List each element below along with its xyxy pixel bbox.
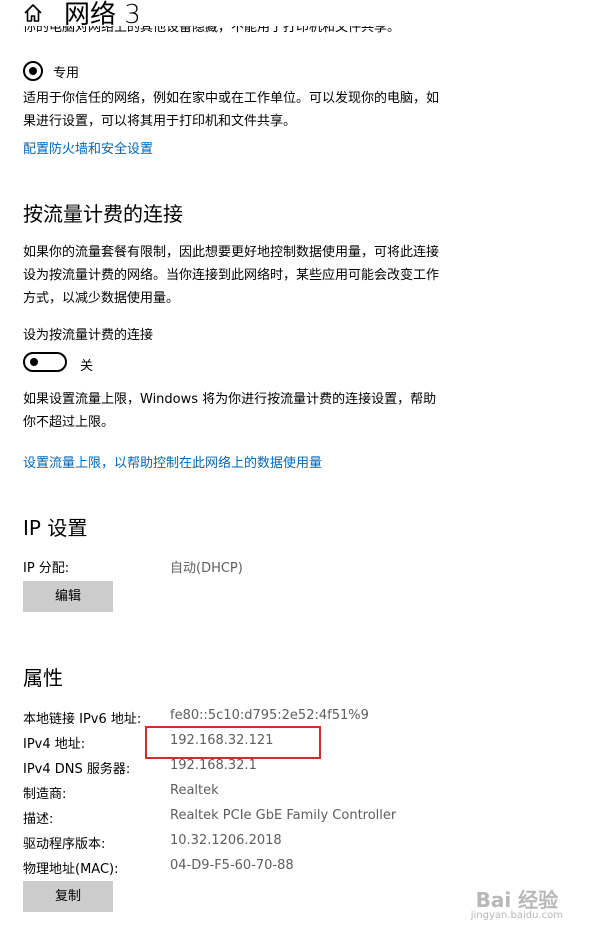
metered-description-line: 设为按流量计费的网络。当你连接到此网络时，某些应用可能会改变工作 (23, 268, 440, 283)
private-description-line: 果进行设置，可以将其用于打印机和文件共享。 (23, 114, 297, 129)
metered-description-line: 方式，以减少数据使用量。 (23, 291, 180, 306)
copy-button[interactable]: 复制 (23, 881, 113, 912)
property-value: 10.32.1206.2018 (170, 833, 282, 848)
property-label: 本地链接 IPv6 地址: (23, 712, 142, 727)
ip-assignment-label: IP 分配: (23, 561, 70, 576)
metered-toggle[interactable] (23, 352, 67, 372)
page-title: 网络 3 (64, 0, 141, 28)
metered-toggle-label: 设为按流量计费的连接 (23, 328, 154, 343)
metered-toggle-state: 关 (80, 359, 94, 374)
metered-heading: 按流量计费的连接 (23, 202, 183, 226)
property-label: 描述: (23, 812, 54, 827)
ipv4-highlight-box (145, 726, 321, 759)
private-radio[interactable] (23, 61, 43, 81)
property-value: Realtek (170, 783, 219, 798)
data-limit-link[interactable]: 设置流量上限，以帮助控制在此网络上的数据使用量 (23, 452, 322, 471)
property-label: IPv4 地址: (23, 737, 86, 752)
property-label: IPv4 DNS 服务器: (23, 762, 131, 777)
edit-button[interactable]: 编辑 (23, 581, 113, 612)
property-value: 04-D9-F5-60-70-88 (170, 858, 294, 873)
limit-description-line: 你不超过上限。 (23, 415, 115, 430)
property-label: 制造商: (23, 787, 67, 802)
limit-description-line: 如果设置流量上限，Windows 将为你进行按流量计费的连接设置，帮助 (23, 392, 437, 407)
metered-description-line: 如果你的流量套餐有限制，因此想要更好地控制数据使用量，可将此连接 (23, 245, 440, 260)
cut-off-description: 你的电脑对网络上的其他设备隐藏，不能用于打印机和文件共享。 (23, 26, 401, 35)
home-icon[interactable] (22, 2, 44, 24)
properties-heading: 属性 (23, 666, 63, 690)
limit-description: 如果设置流量上限，Windows 将为你进行按流量计费的连接设置，帮助 你不超过… (23, 388, 483, 434)
property-value: 192.168.32.1 (170, 758, 257, 773)
baidu-watermark: Bai 经验 jingyan.baidu.com (471, 884, 563, 921)
private-description-line: 适用于你信任的网络，例如在家中或在工作单位。可以发现你的电脑，如 (23, 91, 440, 106)
property-label: 驱动程序版本: (23, 837, 106, 852)
property-value: fe80::5c10:d795:2e52:4f51%9 (170, 708, 369, 723)
property-value: Realtek PCIe GbE Family Controller (170, 808, 397, 823)
private-description: 适用于你信任的网络，例如在家中或在工作单位。可以发现你的电脑，如 果进行设置，可… (23, 87, 483, 133)
watermark-main: Bai 经验 (475, 888, 559, 912)
ip-assignment-value: 自动(DHCP) (170, 561, 243, 576)
property-label: 物理地址(MAC): (23, 862, 119, 877)
watermark-sub: jingyan.baidu.com (470, 910, 563, 921)
private-radio-label[interactable]: 专用 (53, 62, 79, 81)
metered-description: 如果你的流量套餐有限制，因此想要更好地控制数据使用量，可将此连接 设为按流量计费… (23, 241, 483, 310)
firewall-link[interactable]: 配置防火墙和安全设置 (23, 138, 153, 157)
header: 网络 3 (0, 0, 599, 28)
ip-settings-heading: IP 设置 (23, 516, 88, 540)
